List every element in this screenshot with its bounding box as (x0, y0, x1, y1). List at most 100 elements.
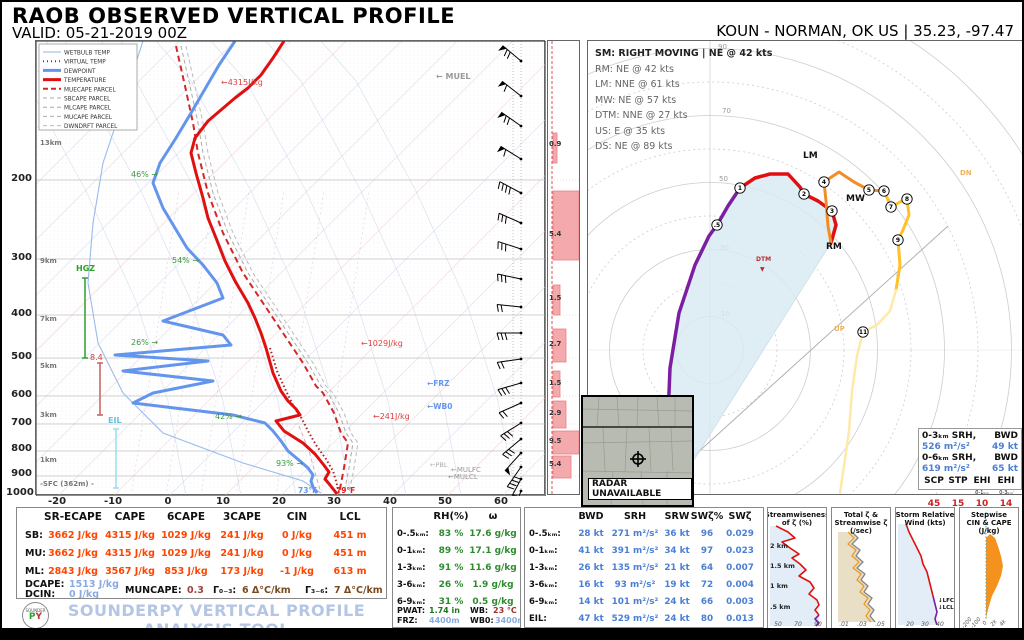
legend-label: MUCAPE PARCEL (64, 115, 113, 121)
srh-0-6-label: 0-6ₖₘ SRH, (922, 453, 976, 464)
layer-bar-value: 1.5 (549, 294, 562, 302)
wind-barb-tick (502, 184, 504, 191)
table-cell-value: 14 kt (578, 597, 603, 607)
wind-barb-tick (501, 362, 504, 369)
table-cell-value: 17.1 g/kg (469, 546, 517, 556)
table-header: SRH (624, 511, 646, 522)
wind-barb-tick (505, 216, 506, 223)
muncape-label: MUNCAPE: (125, 585, 182, 596)
table-cell-value: 0.007 (726, 563, 754, 573)
table-cell-value: 41 kt (578, 546, 603, 556)
skewt-annotation: 26% → (131, 338, 158, 347)
table-row-label: MU: (25, 548, 46, 559)
wind-barb-tick (505, 185, 507, 192)
table-cell-value: 1029 J/kg (161, 530, 211, 541)
skewt-annotation: 73°F (298, 486, 317, 495)
height-label: 13km (40, 139, 62, 147)
wind-barb-tick (504, 85, 507, 92)
mini-panel-title: Stepwise (971, 511, 1007, 519)
mini-panel-ylabel: 2 km (770, 542, 788, 550)
table-cell-value: 24 kt (664, 597, 689, 607)
table-cell-value: 1029 J/kg (161, 548, 211, 559)
mini-panel-plot: Storm RelativeWind (kts)203040↓LFC↓LCL (896, 508, 954, 628)
mini-panel-annotation: ↓LCL (938, 604, 954, 611)
isotherm-line (169, 41, 546, 496)
wind-barb-tick (498, 274, 499, 281)
skewt-annotation: HGZ (76, 264, 95, 273)
skewt-plot: ←4315J/kg46% →54% →← MUELHGZ26% →8.4←102… (36, 41, 546, 496)
table-cell-value: 853 J/kg (164, 566, 207, 577)
temperature-tick-label: 60 (494, 496, 508, 507)
gamma36-value: 7 Δ°C/km (334, 585, 383, 596)
layer-bar (553, 133, 557, 163)
wind-barb-tick (506, 387, 510, 393)
table-cell-value: 529 m²/s² (612, 614, 659, 624)
table-row-label: 1-3ₖₘ: (529, 563, 558, 573)
pwat-value: 1.74 in (429, 606, 460, 615)
wb0-label: WB0: (470, 616, 494, 625)
mini-panel-xtick: 4k (999, 618, 1008, 628)
moist-adiabat-line (156, 41, 351, 496)
layer-bar-value: 5.4 (549, 460, 562, 468)
mini-panel-fill (770, 526, 819, 626)
mini-panel-ylabel: 1.5 km (770, 562, 795, 570)
skewt-annotation: ←1029J/kg (361, 339, 403, 348)
isotherm-line (503, 41, 546, 496)
wind-barb-tick (505, 276, 506, 283)
table-cell-value: 26 % (439, 580, 464, 590)
table-header: ω (489, 511, 498, 522)
mini-panel-xtick: 70 (794, 621, 802, 628)
mini-panel-xtick: .01 (839, 621, 849, 628)
skewt-annotation: ←WB0 (427, 402, 453, 411)
mini-panel-title: (/sec) (850, 527, 872, 535)
legend-label: WETBULB TEMP (64, 51, 110, 57)
mini-panel-xtick: 40 (936, 621, 944, 628)
wind-barb-tick (504, 49, 507, 56)
table-cell-value: 0.013 (726, 614, 754, 624)
frz-value: 4400m (429, 616, 460, 625)
srh-0-6-value: 619 m²/s² (922, 464, 970, 475)
legend-label: DEWPOINT (64, 69, 96, 75)
mixing-ratio-line (236, 191, 284, 496)
hodo-km-marker-label: 4 (822, 179, 826, 186)
layer-bars-panel: 0.95.41.52.71.52.99.55.4 (547, 40, 580, 495)
moist-adiabat-line (266, 41, 461, 496)
storm-motion-ds: DS: NE @ 89 kts (595, 139, 772, 155)
gamma36-label: Γ₃₋₆: (305, 585, 328, 596)
temperature-tick-label: 20 (272, 496, 286, 507)
mini-panel-0: Streamwisenessof ζ (%)2 km1.5 km1 km.5 k… (767, 507, 827, 629)
station-id: KOUN - NORMAN, OK US | 35.23, -97.47 (716, 22, 1014, 40)
hodo-km-marker-label: 3 (830, 208, 834, 215)
hodo-label: DN (960, 169, 972, 177)
mini-panel-plot: StepwiseCIN & CAPE(J/kg)-200-10002k4k (960, 508, 1018, 628)
pressure-tick-label: 900 (6, 468, 32, 479)
wind-barb-tick (502, 215, 503, 222)
wind-barb-tick (503, 454, 509, 458)
mini-panel-2: Storm RelativeWind (kts)203040↓LFC↓LCL (895, 507, 955, 629)
hodo-km-marker-label: 5 (867, 187, 871, 194)
table-row-label: 0-1ₖₘ: (397, 546, 426, 556)
wind-barb-flag (497, 112, 505, 118)
storm-motion-mw: MW: NE @ 57 kts (595, 93, 772, 109)
moisture-table-box: RH(%)ω0-.5ₖₘ:83 %17.6 g/kg0-1ₖₘ:89 %17.1… (392, 507, 521, 628)
mini-panel-title: (J/kg) (978, 527, 999, 535)
wb-label: WB: (470, 606, 488, 615)
skewt-annotation: 8.4 (90, 353, 103, 362)
bwd-0-6-value: 65 kt (992, 464, 1018, 475)
storm-motion-dtm: DTM: NNE @ 27 kts (595, 108, 772, 124)
srh-summary-box: 0-3ₖₘ SRH, BWD 526 m²/s² 49 kt 0-6ₖₘ SRH… (918, 428, 1022, 490)
legend-label: MLCAPE PARCEL (64, 106, 112, 112)
temperature-curve (191, 41, 337, 494)
table-header: SWζ (729, 511, 752, 522)
mini-panel-title: Storm Relative (896, 511, 954, 519)
ehi03-label: EHI0-3ₖₘ (994, 476, 1018, 499)
temperature-tick-label: -10 (104, 496, 122, 507)
pressure-tick-label: 200 (6, 173, 32, 184)
height-label: 5km (40, 362, 57, 370)
wind-barb (501, 146, 521, 159)
mini-panel-title: Streamwise ζ (835, 519, 888, 527)
mini-panel-xtick: .05 (875, 621, 885, 628)
wind-barb-tick (502, 389, 506, 395)
table-cell-value: 0 J/kg (282, 530, 312, 541)
hodo-km-marker-label: 11 (859, 329, 867, 336)
